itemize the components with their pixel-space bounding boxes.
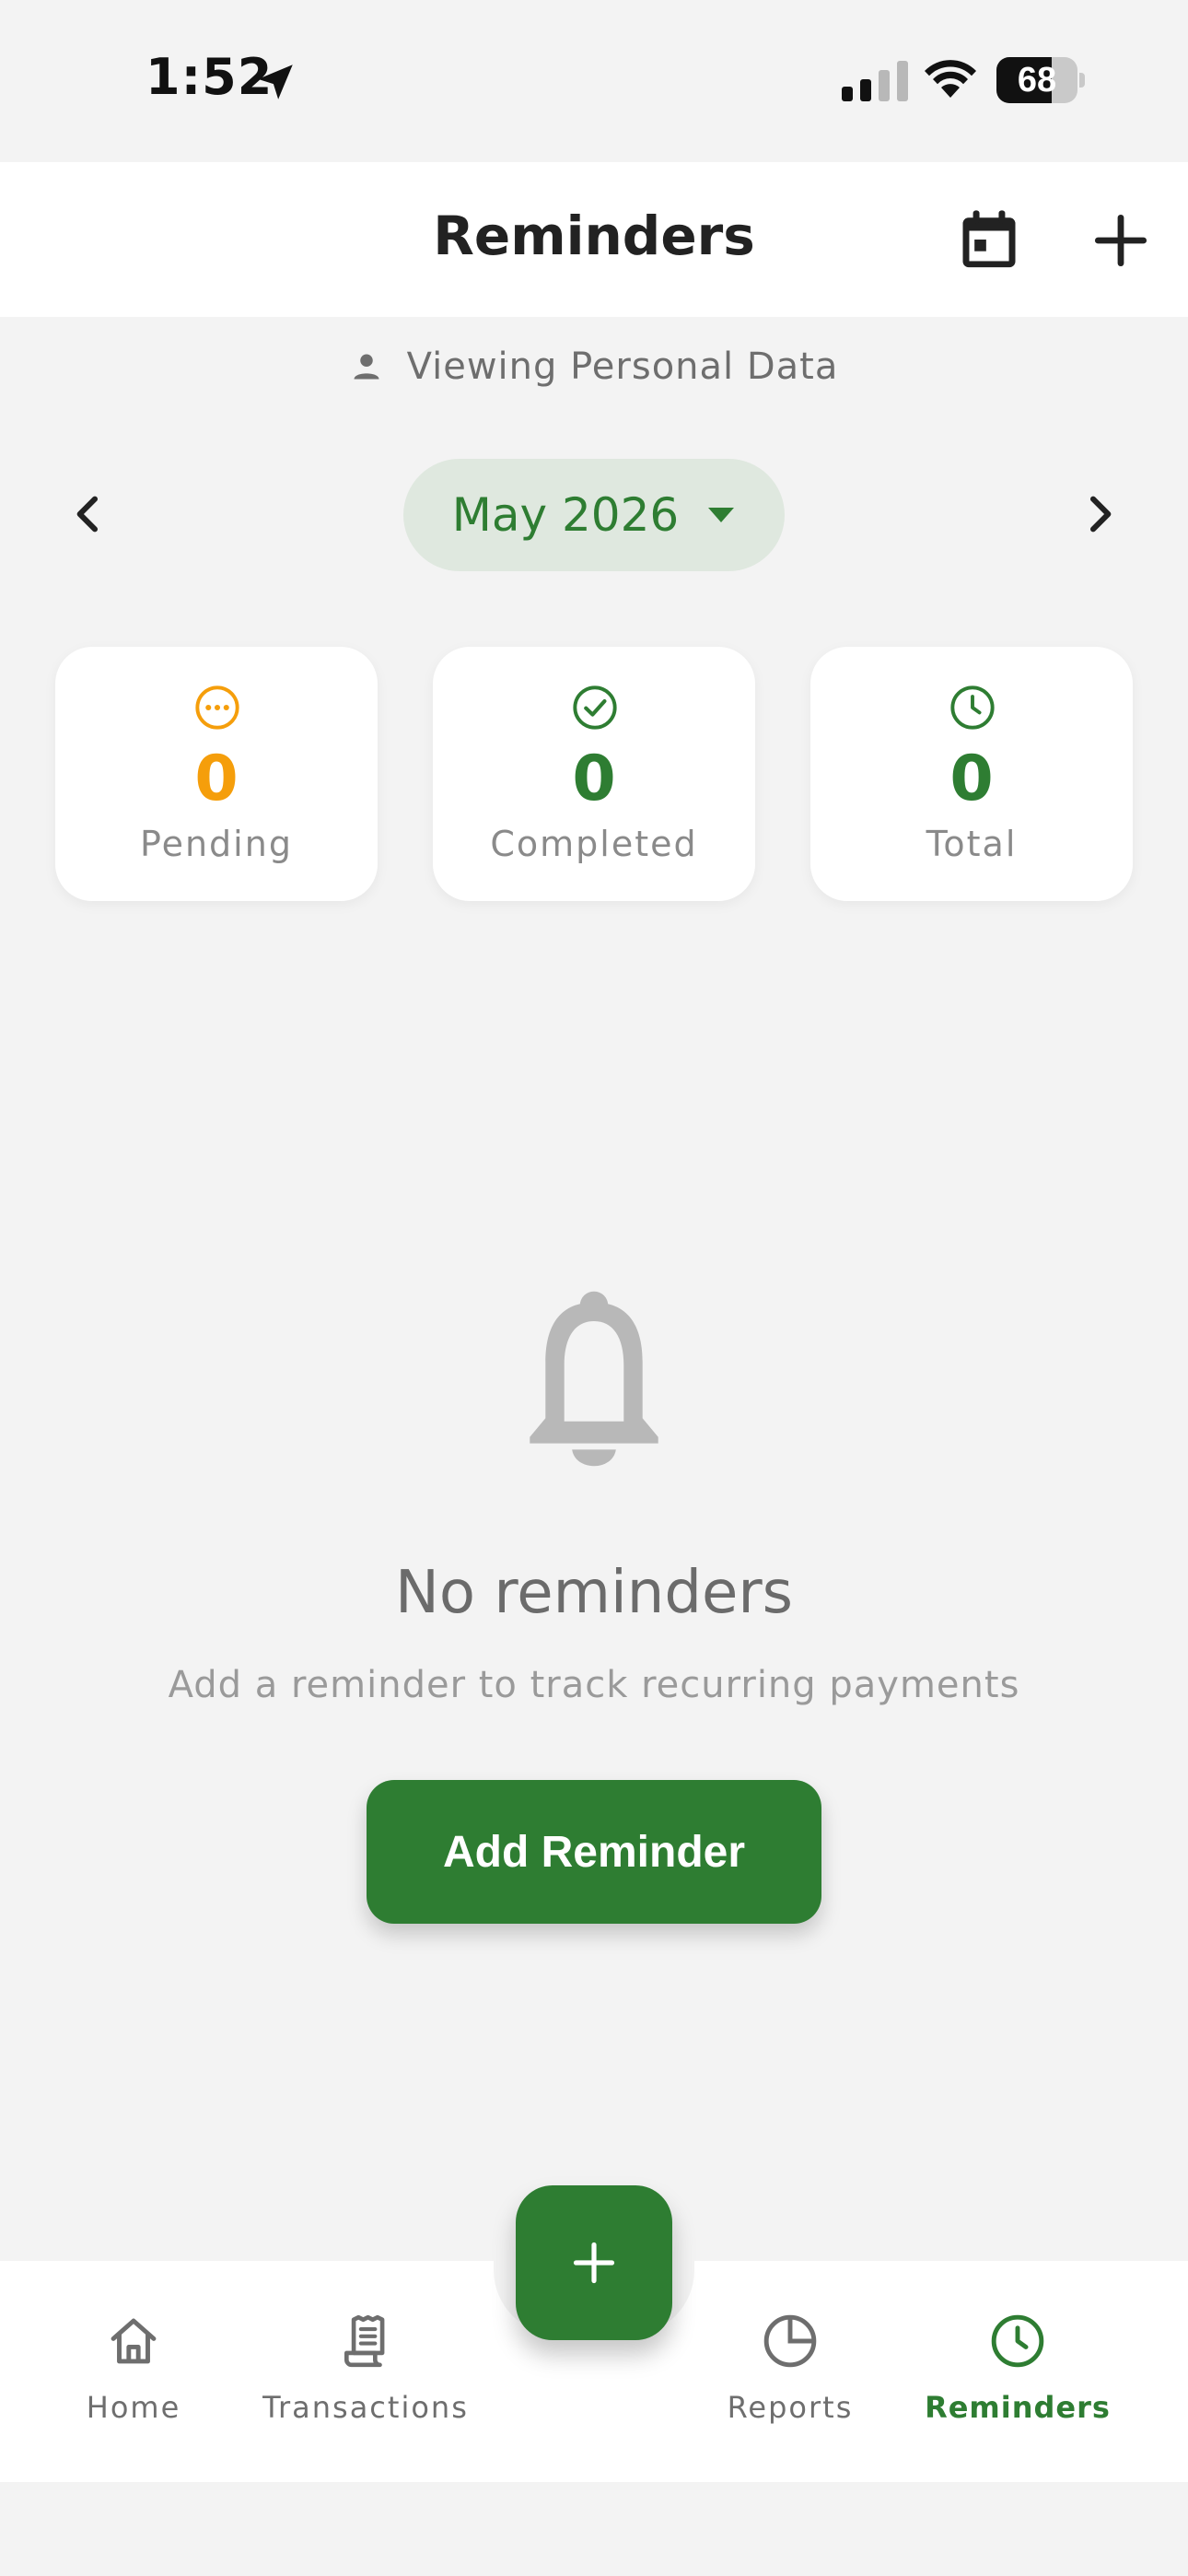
chevron-left-icon[interactable] bbox=[63, 486, 114, 542]
person-icon bbox=[354, 354, 379, 380]
nav-label-transactions: Transactions bbox=[262, 2390, 469, 2425]
pending-count: 0 bbox=[194, 743, 239, 815]
home-indicator-area bbox=[0, 2482, 1188, 2576]
add-reminder-button[interactable]: Add Reminder bbox=[367, 1780, 821, 1924]
total-count: 0 bbox=[949, 743, 994, 815]
completed-count: 0 bbox=[572, 743, 616, 815]
check-circle-icon bbox=[573, 685, 617, 730]
bell-icon bbox=[530, 1291, 658, 1467]
chevron-right-icon[interactable] bbox=[1074, 486, 1125, 542]
cellular-signal-icon bbox=[842, 61, 908, 101]
clock-icon bbox=[991, 2314, 1044, 2368]
viewing-text: Viewing Personal Data bbox=[406, 345, 839, 388]
nav-label-reports: Reports bbox=[727, 2390, 854, 2425]
home-icon bbox=[111, 2318, 157, 2364]
viewing-banner: Viewing Personal Data bbox=[0, 339, 1188, 394]
total-label: Total bbox=[926, 824, 1018, 864]
fab-add-button[interactable] bbox=[516, 2185, 672, 2340]
clock-icon bbox=[950, 685, 995, 730]
nav-item-reports[interactable]: Reports bbox=[670, 2313, 910, 2451]
pending-card: 0 Pending bbox=[55, 647, 378, 901]
empty-state-title: No reminders bbox=[395, 1559, 793, 1627]
wifi-icon bbox=[925, 60, 976, 98]
nav-item-home[interactable]: Home bbox=[14, 2313, 253, 2451]
nav-item-transactions[interactable]: Transactions bbox=[246, 2313, 485, 2451]
dots-circle-icon bbox=[195, 685, 239, 730]
location-arrow-icon bbox=[258, 64, 293, 100]
empty-state-subtitle: Add a reminder to track recurring paymen… bbox=[168, 1664, 1020, 1706]
month-picker-button[interactable]: May 2026 bbox=[403, 459, 785, 571]
calendar-icon[interactable] bbox=[954, 205, 1024, 275]
battery-percent: 68 bbox=[1017, 61, 1057, 100]
nav-label-home: Home bbox=[86, 2390, 181, 2425]
plus-icon bbox=[573, 2242, 615, 2284]
month-label: May 2026 bbox=[451, 488, 680, 542]
plus-icon[interactable] bbox=[1087, 206, 1155, 275]
caret-down-icon bbox=[708, 508, 735, 522]
completed-label: Completed bbox=[490, 824, 698, 864]
total-card: 0 Total bbox=[810, 647, 1133, 901]
completed-card: 0 Completed bbox=[433, 647, 755, 901]
battery-indicator: 68 bbox=[996, 57, 1085, 103]
pending-label: Pending bbox=[140, 824, 293, 864]
receipt-icon bbox=[344, 2314, 385, 2368]
pie-chart-icon bbox=[763, 2314, 817, 2368]
nav-label-reminders: Reminders bbox=[925, 2390, 1111, 2425]
nav-item-reminders[interactable]: Reminders bbox=[898, 2313, 1137, 2451]
